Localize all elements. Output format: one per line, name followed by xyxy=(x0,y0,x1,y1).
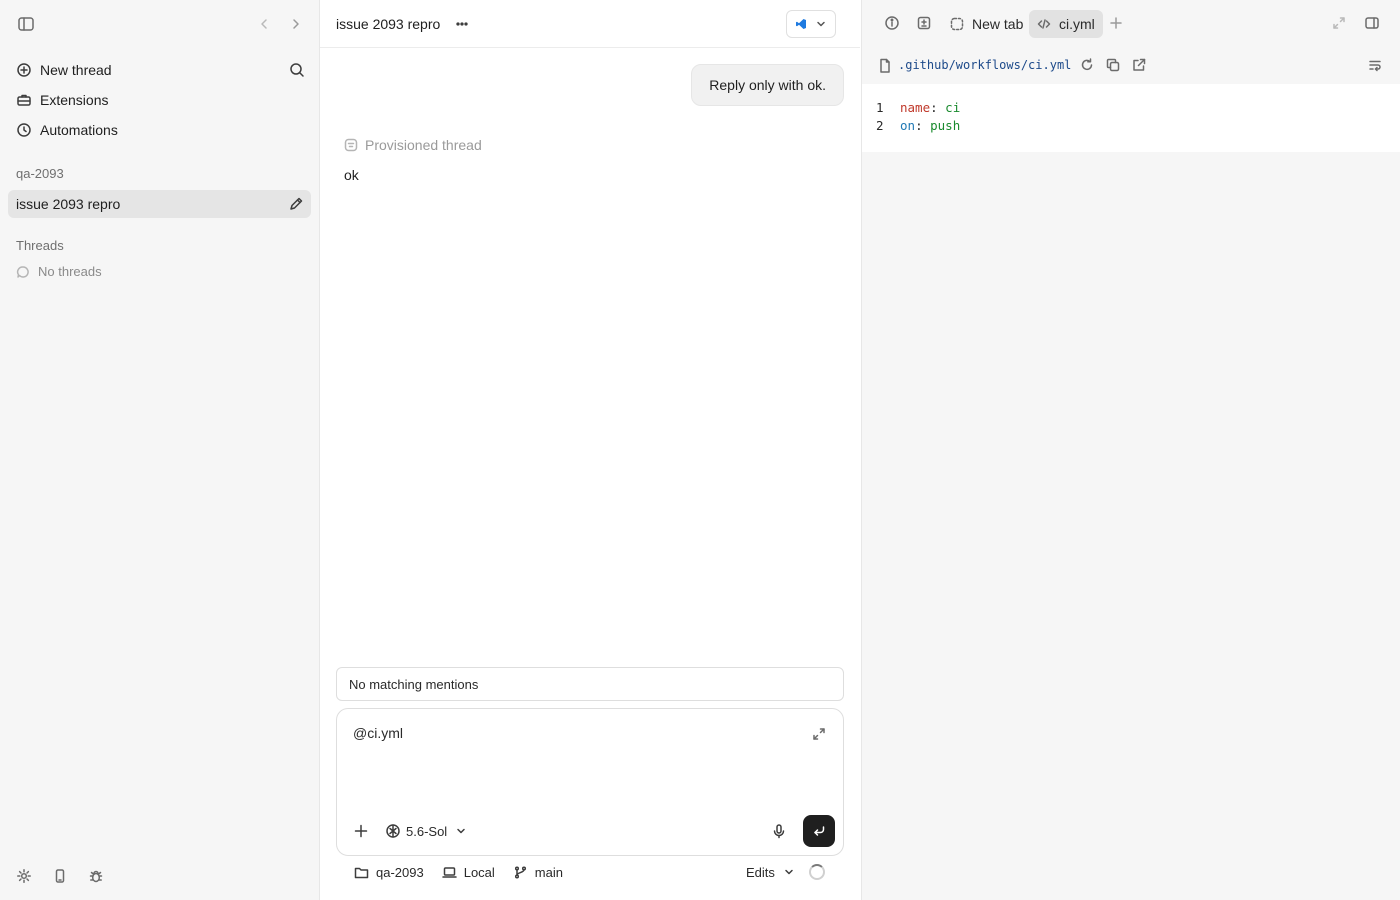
model-selector[interactable]: 5.6-Sol xyxy=(385,821,467,841)
folder-selector[interactable]: qa-2093 xyxy=(354,865,424,880)
thread-item-label: issue 2093 repro xyxy=(16,196,121,212)
open-external-icon[interactable] xyxy=(1132,58,1146,72)
panel-tabs-bar: New tab ci.yml xyxy=(862,0,1400,48)
folder-icon xyxy=(354,865,369,880)
chevron-down-icon xyxy=(815,18,827,30)
yaml-key: on xyxy=(900,118,916,133)
yaml-value: ci xyxy=(945,100,961,115)
chat-header: issue 2093 repro xyxy=(320,0,860,48)
mentions-empty-text: No matching mentions xyxy=(349,676,479,692)
code-line: 2 on: push xyxy=(862,118,1400,136)
composer-input-text[interactable]: @ci.yml xyxy=(353,725,403,741)
file-path-text: .github/workflows/ci.yml xyxy=(898,58,1072,72)
sidebar-thread-item[interactable]: issue 2093 repro xyxy=(8,190,311,218)
plus-circle-icon xyxy=(16,62,32,78)
add-attachment-icon[interactable] xyxy=(351,821,371,841)
chat-bubble-icon xyxy=(16,265,30,279)
threads-section-label: Threads xyxy=(16,238,64,253)
tab-label: New tab xyxy=(972,16,1024,32)
no-threads-placeholder: No threads xyxy=(16,264,102,279)
loading-spinner-icon xyxy=(809,864,825,880)
tab-new-tab[interactable]: New tab xyxy=(942,10,1031,38)
provisioned-label: Provisioned thread xyxy=(365,137,482,153)
sidebar: New thread Extensions Automations qa-209… xyxy=(0,0,320,900)
toggle-panel-layout-icon[interactable] xyxy=(1363,14,1381,32)
word-wrap-icon[interactable] xyxy=(1368,58,1382,72)
user-message-text: Reply only with ok. xyxy=(709,77,826,93)
code-icon xyxy=(1037,17,1051,31)
send-button[interactable] xyxy=(803,815,835,847)
automations-button[interactable]: Automations xyxy=(16,119,118,141)
edits-mode-selector[interactable]: Edits xyxy=(746,862,795,882)
search-icon[interactable] xyxy=(287,60,307,80)
provisioned-status-icon xyxy=(344,138,358,152)
assistant-message-text: ok xyxy=(344,167,359,183)
environment-label: Local xyxy=(463,864,495,880)
branch-label: main xyxy=(534,864,563,880)
file-icon xyxy=(878,58,892,74)
line-number: 2 xyxy=(876,118,884,133)
tab-label: ci.yml xyxy=(1059,16,1095,32)
toolbox-icon xyxy=(16,92,32,108)
collapse-panel-icon[interactable] xyxy=(1331,15,1347,31)
sidebar-toggle-icon[interactable] xyxy=(16,14,36,34)
clock-icon xyxy=(16,122,32,138)
sidebar-topbar xyxy=(16,14,305,34)
tab-ci-yml[interactable]: ci.yml xyxy=(1029,10,1103,38)
expand-composer-icon[interactable] xyxy=(811,726,827,742)
vscode-icon xyxy=(795,18,807,30)
chevron-down-icon xyxy=(783,866,795,878)
more-options-icon[interactable] xyxy=(454,14,470,34)
chat-area: issue 2093 repro Reply only with ok. Pro… xyxy=(320,0,860,900)
new-thread-label: New thread xyxy=(40,62,112,78)
open-in-ide-button[interactable] xyxy=(786,10,836,38)
file-viewer-panel: New tab ci.yml .github/workflows/ci.yml xyxy=(861,0,1400,900)
mentions-popup: No matching mentions xyxy=(336,667,844,701)
extensions-label: Extensions xyxy=(40,92,109,108)
thread-title: issue 2093 repro xyxy=(336,16,441,32)
sidebar-bottom-toolbar xyxy=(16,868,104,884)
refresh-icon[interactable] xyxy=(1080,58,1094,72)
branch-selector[interactable]: main xyxy=(513,865,563,880)
new-thread-button[interactable]: New thread xyxy=(16,59,112,81)
laptop-icon xyxy=(441,865,457,880)
folder-label: qa-2093 xyxy=(376,864,424,880)
no-threads-label: No threads xyxy=(38,264,102,279)
dashed-square-icon xyxy=(950,17,964,31)
project-label: qa-2093 xyxy=(16,166,64,181)
environment-selector[interactable]: Local xyxy=(441,864,495,880)
user-message-bubble: Reply only with ok. xyxy=(691,64,844,106)
settings-gear-icon[interactable] xyxy=(16,868,32,884)
yaml-key: name xyxy=(900,100,931,115)
chevron-down-icon xyxy=(455,825,467,837)
copy-icon[interactable] xyxy=(1106,58,1120,72)
file-path-bar: .github/workflows/ci.yml xyxy=(862,52,1400,80)
line-number: 1 xyxy=(876,100,884,115)
back-chevron-icon[interactable] xyxy=(254,14,274,34)
code-viewer[interactable]: 1 name: ci 2 on: push xyxy=(862,84,1400,152)
send-arrow-icon xyxy=(811,823,827,839)
message-composer[interactable]: @ci.yml 5.6-Sol xyxy=(336,708,844,856)
diff-icon[interactable] xyxy=(915,14,933,32)
add-tab-plus-icon[interactable] xyxy=(1107,14,1125,32)
edits-label: Edits xyxy=(746,864,775,880)
edit-pencil-icon[interactable] xyxy=(287,195,305,213)
microphone-icon[interactable] xyxy=(769,821,789,841)
automations-label: Automations xyxy=(40,122,118,138)
forward-chevron-icon[interactable] xyxy=(286,14,306,34)
git-branch-icon xyxy=(513,865,528,880)
provisioned-thread-status: Provisioned thread xyxy=(344,137,482,153)
mobile-device-icon[interactable] xyxy=(52,868,68,884)
model-name: 5.6-Sol xyxy=(406,823,448,839)
info-icon[interactable] xyxy=(883,14,901,32)
code-line: 1 name: ci xyxy=(862,100,1400,118)
bug-icon[interactable] xyxy=(88,868,104,884)
yaml-value: push xyxy=(930,118,961,133)
composer-footer: qa-2093 Local main xyxy=(354,862,581,882)
model-logo-icon xyxy=(385,823,401,839)
extensions-button[interactable]: Extensions xyxy=(16,89,108,111)
